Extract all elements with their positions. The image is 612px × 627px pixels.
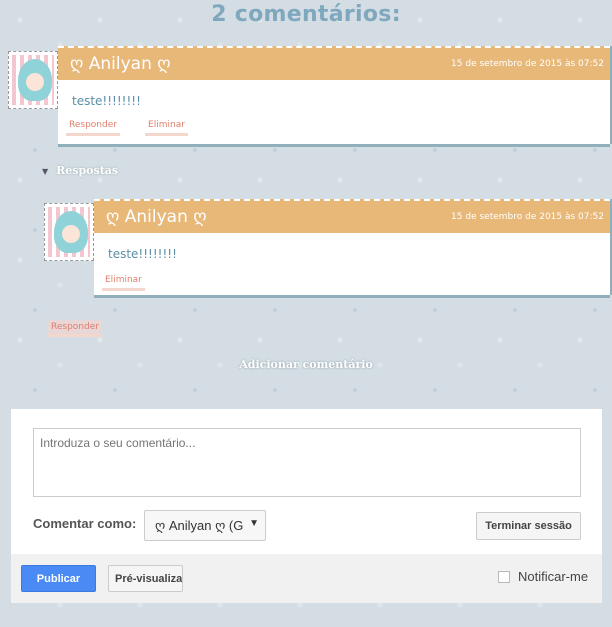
comment-as-label: Comentar como: [33,516,137,531]
add-comment-link[interactable]: Adicionar comentário [0,358,612,371]
comment-header: ღ Anilyan ღ 15 de setembro de 2015 às 07… [58,46,610,80]
comments-heading: 2 comentários: [211,2,401,27]
reply-button[interactable]: Responder [48,320,102,337]
checkbox-icon[interactable] [498,570,510,583]
publish-button[interactable]: Publicar [21,565,96,592]
form-footer: Publicar Pré-visualizar Notificar-me [11,554,602,603]
identity-select-value: ღ Anilyan ღ (G [155,518,244,533]
reply-author[interactable]: ღ Anilyan ღ [106,207,207,227]
caret-down-icon: ▼ [249,518,259,529]
comment-timestamp[interactable]: 15 de setembro de 2015 às 07:52 [451,59,604,69]
reply-header: ღ Anilyan ღ 15 de setembro de 2015 às 07… [94,199,610,233]
notify-checkbox[interactable]: Notificar-me [498,569,588,584]
replies-toggle[interactable]: ▼ Respostas [42,164,118,177]
triangle-down-icon: ▼ [42,165,49,176]
comment-form: Comentar como: ღ Anilyan ღ (G ▼ Terminar… [11,409,602,603]
avatar-image [18,59,52,101]
identity-select[interactable]: ღ Anilyan ღ (G ▼ [144,510,266,541]
notify-label: Notificar-me [518,569,589,584]
comment-author[interactable]: ღ Anilyan ღ [70,54,171,74]
avatar[interactable] [8,51,58,109]
delete-link[interactable]: Eliminar [145,117,188,136]
reply-timestamp[interactable]: 15 de setembro de 2015 às 07:52 [451,212,604,222]
replies-toggle-label: Respostas [56,164,119,177]
delete-link[interactable]: Eliminar [102,272,145,291]
reply-card: ღ Anilyan ღ 15 de setembro de 2015 às 07… [94,199,610,295]
preview-button[interactable]: Pré-visualizar [108,565,183,592]
reply-link[interactable]: Responder [66,117,120,136]
signout-button[interactable]: Terminar sessão [476,512,581,540]
comment-textarea[interactable] [33,428,581,497]
avatar-image [54,211,88,253]
comment-card: ღ Anilyan ღ 15 de setembro de 2015 às 07… [58,46,610,144]
reply-text: teste!!!!!!!! [108,247,177,261]
reply-avatar[interactable] [44,203,94,261]
